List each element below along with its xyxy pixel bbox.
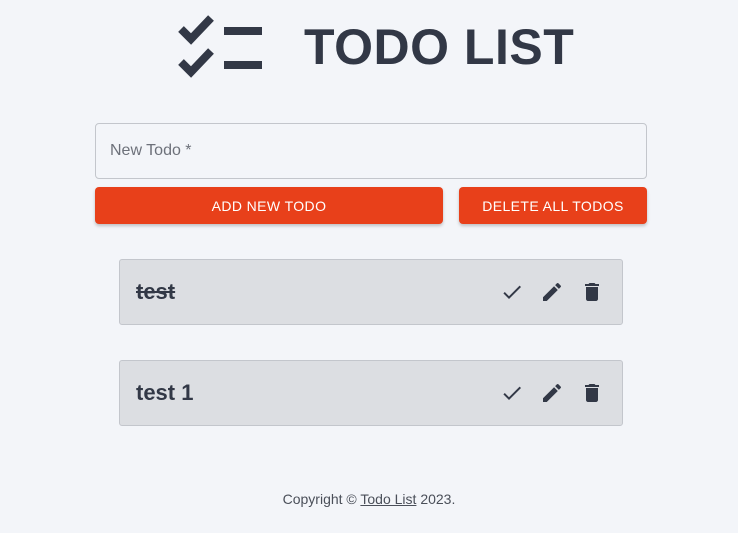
trash-icon[interactable] [580,381,604,405]
todo-app: TODO LIST ADD NEW TODO DELETE ALL TODOS … [0,0,738,533]
app-header: TODO LIST [178,14,574,80]
footer: Copyright © Todo List 2023. [0,491,738,507]
copyright-prefix: Copyright © [282,491,361,507]
check-icon[interactable] [500,381,524,405]
page-title: TODO LIST [304,19,575,75]
todo-text: test 1 [136,380,194,405]
new-todo-input[interactable] [95,123,647,179]
pencil-icon[interactable] [540,280,564,304]
todo-text: test [136,279,176,304]
trash-icon[interactable] [580,280,604,304]
todo-item: test [119,259,623,325]
delete-all-todos-button[interactable]: DELETE ALL TODOS [459,187,647,224]
todo-actions [500,381,604,405]
add-todo-button[interactable]: ADD NEW TODO [95,187,443,224]
checklist-icon [178,15,262,78]
pencil-icon[interactable] [540,381,564,405]
todo-item: test 1 [119,360,623,426]
footer-link[interactable]: Todo List [360,491,416,507]
todo-actions [500,280,604,304]
copyright-suffix: 2023. [416,491,456,507]
check-icon[interactable] [500,280,524,304]
